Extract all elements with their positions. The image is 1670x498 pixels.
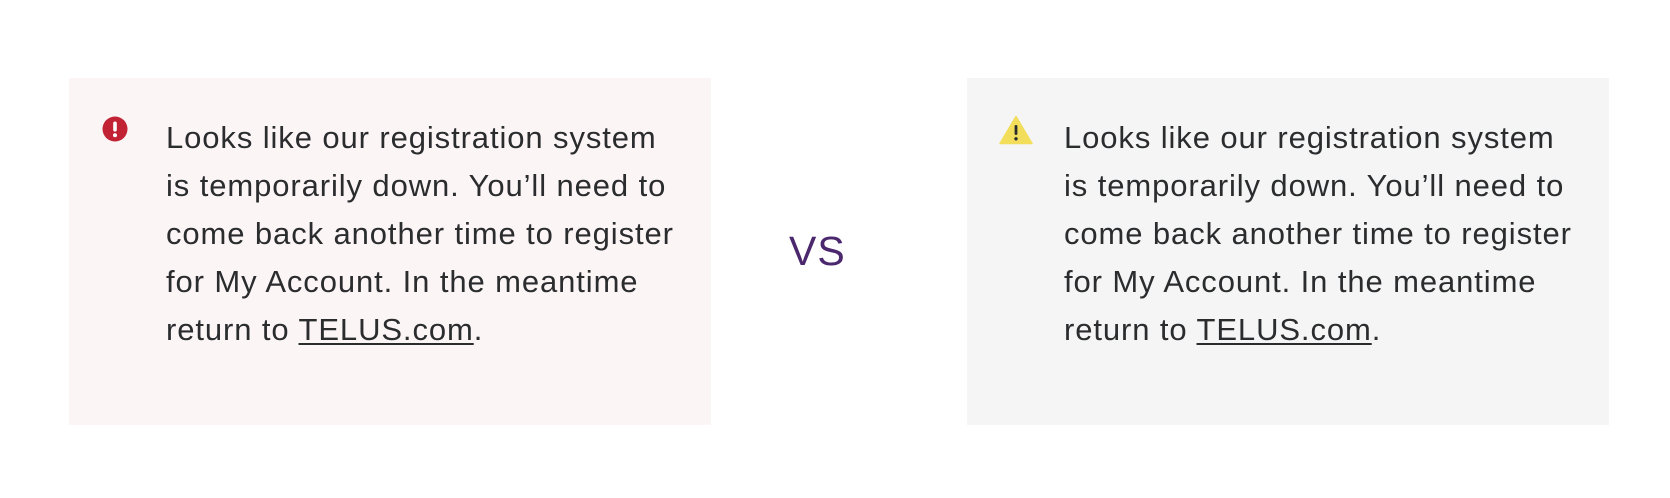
warning-icon (999, 115, 1033, 145)
comparison-vs-label: VS (789, 228, 846, 274)
warning-message: Looks like our registration system is te… (1064, 114, 1584, 354)
error-icon (101, 115, 135, 145)
error-message: Looks like our registration system is te… (166, 114, 686, 354)
error-notification-card: Looks like our registration system is te… (69, 78, 711, 425)
warning-message-end: . (1371, 312, 1382, 347)
warning-notification-card: Looks like our registration system is te… (967, 78, 1609, 425)
telus-link[interactable]: TELUS.com (1197, 312, 1372, 347)
error-message-end: . (473, 312, 484, 347)
telus-link[interactable]: TELUS.com (299, 312, 474, 347)
